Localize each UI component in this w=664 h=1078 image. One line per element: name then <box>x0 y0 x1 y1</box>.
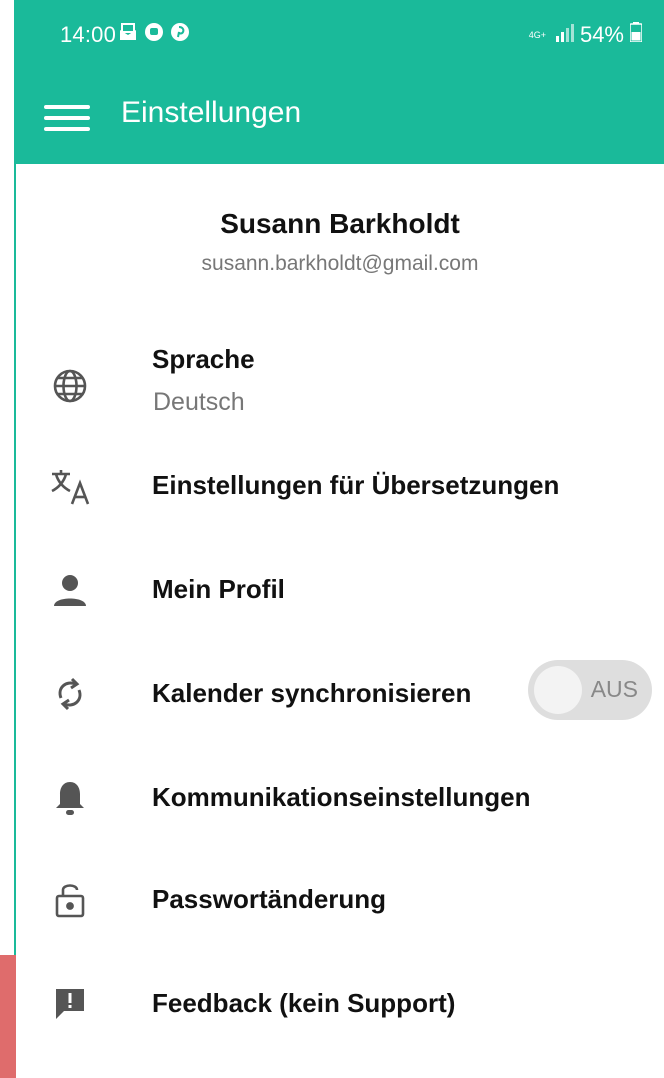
setting-communication-label: Kommunikationseinstellungen <box>152 782 531 812</box>
notification-icons <box>118 22 190 42</box>
setting-language-value: Deutsch <box>153 388 245 416</box>
setting-calendar-sync[interactable]: Kalender synchronisieren AUS <box>16 656 664 736</box>
toggle-knob <box>534 666 582 714</box>
sync-icon <box>48 672 92 716</box>
chat-icon <box>144 22 164 42</box>
setting-password[interactable]: Passwortänderung <box>16 862 664 942</box>
person-icon <box>48 568 92 612</box>
status-time: 14:00 <box>60 22 117 47</box>
calendar-sync-toggle[interactable]: AUS <box>528 660 652 720</box>
setting-translation[interactable]: Einstellungen für Übersetzungen <box>16 450 664 530</box>
setting-feedback-label: Feedback (kein Support) <box>152 988 456 1018</box>
bell-icon <box>48 776 92 820</box>
feedback-icon <box>48 982 92 1026</box>
setting-feedback[interactable]: Feedback (kein Support) <box>16 966 664 1046</box>
setting-communication[interactable]: Kommunikationseinstellungen <box>16 758 664 838</box>
lock-icon <box>48 878 92 922</box>
profile-email: susann.barkholdt@gmail.com <box>201 252 479 275</box>
left-edge-accent <box>0 955 16 1078</box>
setting-translation-label: Einstellungen für Übersetzungen <box>152 470 560 500</box>
battery-icon <box>629 22 643 48</box>
setting-language[interactable]: Sprache Deutsch <box>16 340 664 430</box>
page-title: Einstellungen <box>121 96 302 129</box>
setting-language-label: Sprache <box>152 344 255 374</box>
translate-icon <box>48 464 92 508</box>
battery-level: 54% <box>579 22 624 47</box>
setting-password-label: Passwortänderung <box>152 884 387 914</box>
mail-icon <box>118 22 138 42</box>
toggle-state-text: AUS <box>590 676 638 702</box>
hamburger-icon[interactable] <box>44 98 92 138</box>
setting-calendar-label: Kalender synchronisieren <box>152 678 472 708</box>
network-label: 4G+ <box>528 29 546 40</box>
status-right: 4G+ 54% <box>528 22 643 48</box>
app-bar: Einstellungen <box>16 70 664 164</box>
setting-profile[interactable]: Mein Profil <box>16 554 664 634</box>
profile-header: Susann Barkholdt susann.barkholdt@gmail.… <box>16 208 664 276</box>
globe-icon <box>48 364 92 408</box>
pinterest-icon <box>170 22 190 42</box>
profile-name: Susann Barkholdt <box>220 208 460 239</box>
signal-icon <box>554 22 574 48</box>
status-bar: 14:00 4G+ 54% <box>16 0 664 70</box>
setting-profile-label: Mein Profil <box>152 574 285 604</box>
left-edge-bar <box>0 0 16 1078</box>
